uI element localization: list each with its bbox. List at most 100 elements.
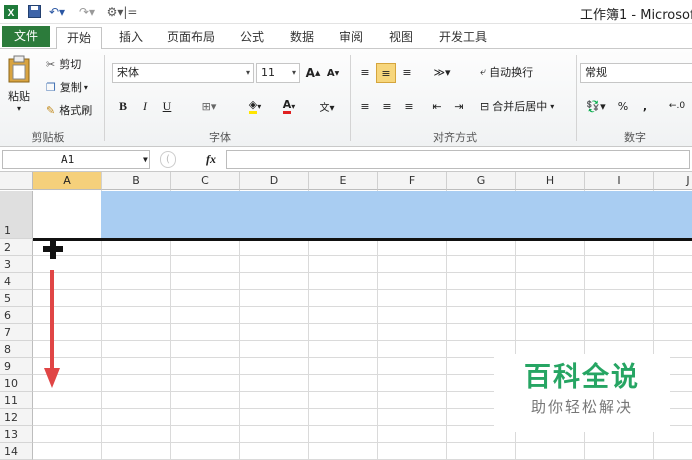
decrease-font-button[interactable]: A ▼ xyxy=(324,64,342,82)
title-bar: X ↶▾ ↷▾ ⚙▾|= 工作簿1 - Microsoft xyxy=(0,0,692,24)
tab-view[interactable]: 视图 xyxy=(383,27,419,49)
align-center-button[interactable]: ≡ xyxy=(378,97,396,115)
tab-developer[interactable]: 开发工具 xyxy=(434,27,492,49)
row-header[interactable]: 10 xyxy=(0,375,33,392)
orientation-button[interactable]: ≫▾ xyxy=(428,63,456,81)
align-bottom-button[interactable]: ≡ xyxy=(398,63,416,81)
column-header[interactable]: A xyxy=(33,172,102,190)
tab-review[interactable]: 审阅 xyxy=(333,27,369,49)
watermark-subtitle: 助你轻松解决 xyxy=(530,398,633,416)
row-header[interactable]: 9 xyxy=(0,358,33,375)
grid-line xyxy=(33,289,692,290)
cancel-icon[interactable]: ( xyxy=(160,151,176,168)
selected-range[interactable] xyxy=(101,191,692,239)
row-header[interactable]: 14 xyxy=(0,443,33,460)
wrap-text-button[interactable]: ⤶ 自动换行 xyxy=(480,63,533,81)
cut-button[interactable]: ✂ 剪切 xyxy=(46,55,81,73)
align-middle-button[interactable]: ≡ xyxy=(376,63,396,83)
merge-center-button[interactable]: ⊟ 合并后居中 ▾ xyxy=(480,97,554,115)
decrease-indent-button[interactable]: ⇤ xyxy=(428,97,446,115)
excel-icon: X xyxy=(3,3,19,20)
watermark: 百科全说 助你轻松解决 xyxy=(494,354,670,432)
clipboard-group-label: 剪贴板 xyxy=(31,131,65,144)
row-resize-line[interactable] xyxy=(33,238,692,241)
row-header[interactable]: 5 xyxy=(0,290,33,307)
active-cell[interactable] xyxy=(33,191,101,239)
row-header[interactable]: 12 xyxy=(0,409,33,426)
row-header[interactable]: 1 xyxy=(0,191,33,239)
paste-icon xyxy=(7,55,31,86)
alignment-group-label: 对齐方式 xyxy=(433,131,477,144)
comma-button[interactable]: , xyxy=(638,97,652,115)
tab-formulas[interactable]: 公式 xyxy=(234,27,270,49)
grid-line xyxy=(33,255,692,256)
down-arrow-icon xyxy=(42,270,62,390)
percent-button[interactable]: % xyxy=(614,97,632,115)
merge-icon: ⊟ xyxy=(480,99,490,113)
column-header[interactable]: E xyxy=(309,172,378,190)
align-right-button[interactable]: ≡ xyxy=(400,97,418,115)
fill-color-icon: ◈ xyxy=(248,98,258,114)
italic-button[interactable]: I xyxy=(136,97,154,115)
row-header[interactable]: 3 xyxy=(0,256,33,273)
paste-button[interactable]: 粘贴 ▾ xyxy=(4,53,34,115)
grid-line xyxy=(33,442,692,443)
watermark-title: 百科全说 xyxy=(524,362,640,393)
row-header[interactable]: 2 xyxy=(0,239,33,256)
align-left-button[interactable]: ≡ xyxy=(356,97,374,115)
row-header[interactable]: 7 xyxy=(0,324,33,341)
grid-line xyxy=(33,323,692,324)
font-color-button[interactable]: A ▾ xyxy=(274,97,304,115)
redo-icon[interactable]: ↷▾ xyxy=(78,3,96,20)
customize-qat-icon[interactable]: ⚙▾|= xyxy=(107,3,138,20)
border-button[interactable]: ⊞▾ xyxy=(194,97,224,115)
column-header[interactable]: H xyxy=(516,172,585,190)
copy-button[interactable]: ❐ 复制 ▾ xyxy=(46,78,88,96)
row-header[interactable]: 13 xyxy=(0,426,33,443)
underline-button[interactable]: U xyxy=(158,97,176,115)
bold-button[interactable]: B xyxy=(114,97,132,115)
name-box[interactable]: A1 ▼ xyxy=(2,150,150,169)
phonetic-button[interactable]: 文▾ xyxy=(312,95,342,117)
tab-data[interactable]: 数据 xyxy=(284,27,320,49)
fx-icon[interactable]: fx xyxy=(206,152,216,167)
chevron-down-icon[interactable]: ▼ xyxy=(143,151,148,168)
row-header[interactable]: 6 xyxy=(0,307,33,324)
column-header[interactable]: B xyxy=(102,172,171,190)
select-all-corner[interactable] xyxy=(0,172,33,190)
tab-insert[interactable]: 插入 xyxy=(112,27,150,49)
column-header[interactable]: I xyxy=(585,172,654,190)
increase-font-button[interactable]: A ▲ xyxy=(304,64,322,82)
column-header[interactable]: C xyxy=(171,172,240,190)
spreadsheet-grid[interactable]: ABCDEFGHIJ 1 2 3 4 5 6 7 8 9 10 11 12 13 14 百科全说 助你轻松… xyxy=(0,172,692,460)
column-header[interactable]: F xyxy=(378,172,447,190)
row-header[interactable]: 11 xyxy=(0,392,33,409)
format-painter-icon: ✎ xyxy=(46,103,56,117)
increase-decimal-button[interactable]: ←.0 xyxy=(664,97,690,115)
number-format-select[interactable]: 常规 xyxy=(580,63,692,83)
save-icon[interactable] xyxy=(26,3,42,20)
number-group-label: 数字 xyxy=(624,131,646,144)
font-name-select[interactable]: 宋体 ▾ xyxy=(112,63,254,83)
increase-indent-button[interactable]: ⇥ xyxy=(450,97,468,115)
align-top-button[interactable]: ≡ xyxy=(356,63,374,81)
grid-line xyxy=(33,306,692,307)
formula-input[interactable] xyxy=(226,150,690,169)
tab-page-layout[interactable]: 页面布局 xyxy=(163,27,219,49)
currency-button[interactable]: 💱▾ xyxy=(582,97,610,115)
move-cursor-icon xyxy=(42,238,64,260)
grid-line xyxy=(33,272,692,273)
tab-home[interactable]: 开始 xyxy=(56,27,102,50)
row-header[interactable]: 8 xyxy=(0,341,33,358)
font-color-icon: A xyxy=(282,98,292,114)
undo-icon[interactable]: ↶▾ xyxy=(48,3,66,20)
font-size-select[interactable]: 11 ▾ xyxy=(256,63,300,83)
fill-color-button[interactable]: ◈ ▾ xyxy=(240,97,270,115)
tab-file[interactable]: 文件 xyxy=(2,26,50,47)
column-header[interactable]: D xyxy=(240,172,309,190)
column-header[interactable]: G xyxy=(447,172,516,190)
grid-line xyxy=(33,340,692,341)
format-painter-button[interactable]: ✎ 格式刷 xyxy=(46,101,92,119)
row-header[interactable]: 4 xyxy=(0,273,33,290)
column-header[interactable]: J xyxy=(654,172,692,190)
